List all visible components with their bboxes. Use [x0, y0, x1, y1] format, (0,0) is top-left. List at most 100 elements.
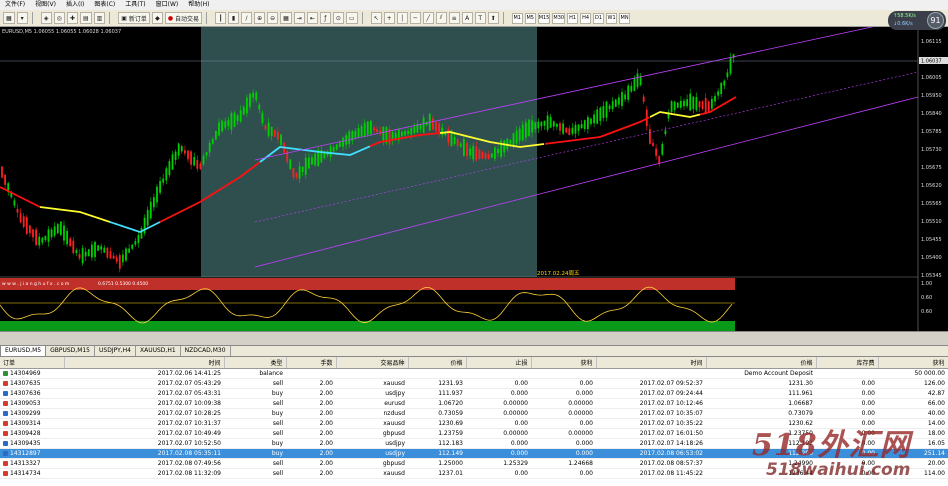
- new-order-button[interactable]: ▣ 新订单: [118, 12, 150, 24]
- column-header-6[interactable]: 止损: [466, 357, 532, 369]
- column-header-0[interactable]: 订单: [0, 357, 65, 369]
- terminal-icon[interactable]: ▤: [79, 12, 92, 24]
- tester-icon[interactable]: ▥: [93, 12, 106, 24]
- column-header-5[interactable]: 价格: [408, 357, 467, 369]
- metaeditor-icon[interactable]: ◆: [151, 12, 163, 24]
- autoscroll-icon[interactable]: ⇥: [293, 12, 305, 24]
- data-window-icon[interactable]: ◎: [53, 12, 65, 24]
- candle-body: [140, 228, 143, 239]
- column-header-10[interactable]: 库存费: [816, 357, 879, 369]
- cursor-icon[interactable]: ↖: [370, 12, 382, 24]
- chart-tab-3[interactable]: XAUUSD,H1: [136, 346, 181, 356]
- column-header-1[interactable]: 时间: [64, 357, 225, 369]
- zoom-out-icon[interactable]: ⊖: [267, 12, 279, 24]
- candle-body: [289, 159, 292, 170]
- price-chart[interactable]: 1.06115 1.06037 1.06005 1.05950 1.05840 1.057…: [0, 27, 948, 332]
- market-watch-icon[interactable]: ◈: [40, 12, 52, 24]
- candle-body: [252, 92, 254, 98]
- cell-swap: 0.00: [816, 408, 878, 419]
- chart-tab-2[interactable]: USDJPY,H4: [95, 346, 136, 356]
- price-tick-label: 1.06005: [921, 75, 942, 81]
- column-header-8[interactable]: 时间: [596, 357, 707, 369]
- periods-icon[interactable]: ⊙: [332, 12, 344, 24]
- zoom-in-icon[interactable]: ⊕: [254, 12, 266, 24]
- candle-body: [413, 126, 416, 134]
- table-row[interactable]: 14309053 2017.02.07 10:09:38 sell 2.00 eurus…: [0, 398, 948, 409]
- moving-average-line: [0, 186, 41, 208]
- timeframe-d1[interactable]: D1: [593, 12, 605, 24]
- menu-item-2[interactable]: 插入(I): [61, 0, 89, 10]
- cell-profit: 66.00: [878, 398, 948, 409]
- candle-body: [4, 174, 6, 185]
- cell-sl: 0.00000: [466, 408, 531, 419]
- cell-lots: 2.00: [286, 438, 336, 449]
- indicators-icon[interactable]: ƒ: [319, 12, 331, 24]
- cell-symbol: eurusd: [336, 398, 408, 409]
- timeframe-m5[interactable]: M5: [524, 12, 536, 24]
- timeframe-mn[interactable]: MN: [619, 12, 631, 24]
- autotrade-button[interactable]: ● 自动交易: [164, 12, 203, 24]
- chart-tab-1[interactable]: GBPUSD,M15: [46, 346, 96, 356]
- chart-tab-0[interactable]: EURUSD,M5: [0, 345, 47, 356]
- trendline-icon[interactable]: ╱: [422, 12, 434, 24]
- menu-item-4[interactable]: 工具(T): [120, 0, 150, 10]
- candle-body: [453, 136, 456, 145]
- timeframe-m15[interactable]: M15: [537, 12, 551, 24]
- menu-item-0[interactable]: 文件(F): [0, 0, 30, 10]
- text-icon[interactable]: A: [461, 12, 473, 24]
- table-row[interactable]: 14304969 2017.02.06 14:41:25 balance Demo A…: [0, 368, 948, 379]
- timeframe-w1[interactable]: W1: [606, 12, 618, 24]
- timeframe-m30[interactable]: M30: [552, 12, 566, 24]
- table-row[interactable]: 14309299 2017.02.07 10:28:25 buy 2.00 nzdusd…: [0, 408, 948, 419]
- menu-bar: 文件(F) 视图(V) 插入(I) 图表(C) 工具(T) 窗口(W) 帮助(H): [0, 0, 948, 10]
- channel-icon[interactable]: ⫽: [435, 12, 447, 24]
- column-header-3[interactable]: 手数: [286, 357, 337, 369]
- indicator-values: 0.6751 0.5300 0.4500: [98, 281, 148, 287]
- upload-speed: ↑58.5K/s: [893, 13, 916, 19]
- chart-shift-icon[interactable]: ⇤: [306, 12, 318, 24]
- cell-profit: 126.00: [878, 378, 948, 389]
- cell-price: 1237.01: [408, 468, 466, 479]
- profiles-icon[interactable]: ▾: [16, 12, 28, 24]
- timeframe-h4[interactable]: H4: [580, 12, 592, 24]
- table-row[interactable]: 14307635 2017.02.07 05:43:29 sell 2.00 xauus…: [0, 378, 948, 389]
- cell-tp: 0.000: [531, 448, 596, 459]
- menu-item-1[interactable]: 视图(V): [30, 0, 61, 10]
- menu-item-5[interactable]: 窗口(W): [151, 0, 184, 10]
- crosshair-icon[interactable]: +: [383, 12, 395, 24]
- new-chart-icon[interactable]: ▦: [3, 12, 15, 24]
- candle-body: [463, 139, 465, 156]
- column-header-11[interactable]: 获利: [878, 357, 948, 369]
- candle-chart-icon[interactable]: ▮: [228, 12, 240, 24]
- candle-body: [528, 119, 530, 137]
- column-header-4[interactable]: 交易品种: [336, 357, 409, 369]
- column-header-9[interactable]: 价格: [706, 357, 817, 369]
- column-header-2[interactable]: 类型: [224, 357, 287, 369]
- table-row[interactable]: 14307636 2017.02.07 05:43:31 buy 2.00 usdjpy…: [0, 388, 948, 399]
- timeframe-m1[interactable]: M1: [511, 12, 523, 24]
- column-header-7[interactable]: 获利: [531, 357, 597, 369]
- candle-body: [149, 201, 152, 219]
- navigator-icon[interactable]: ✚: [66, 12, 78, 24]
- horizontal-line-icon[interactable]: ─: [409, 12, 421, 24]
- cell-sl: 0.00: [466, 418, 531, 429]
- menu-item-6[interactable]: 帮助(H): [183, 0, 214, 10]
- bar-chart-icon[interactable]: ┃: [215, 12, 227, 24]
- templates-icon[interactable]: ▭: [345, 12, 358, 24]
- candle-body: [683, 100, 685, 107]
- vertical-line-icon[interactable]: │: [396, 12, 408, 24]
- label-icon[interactable]: T: [474, 12, 486, 24]
- candle-body: [639, 76, 642, 86]
- tile-windows-icon[interactable]: ▦: [280, 12, 292, 24]
- chart-tab-4[interactable]: NZDCAD,M30: [181, 346, 231, 356]
- menu-item-3[interactable]: 图表(C): [89, 0, 120, 10]
- arrows-icon[interactable]: ⬆: [487, 12, 499, 24]
- cell-lots: 2.00: [286, 418, 336, 429]
- candle-body: [187, 150, 189, 160]
- chart-canvas[interactable]: 1.06115 1.06037 1.06005 1.05950 1.05840 1.057…: [0, 27, 948, 332]
- cell-lots: 2.00: [286, 388, 336, 399]
- moving-average-line: [39, 206, 71, 212]
- fibonacci-icon[interactable]: ≡: [448, 12, 460, 24]
- timeframe-h1[interactable]: H1: [567, 12, 579, 24]
- line-chart-icon[interactable]: ∕: [241, 12, 253, 24]
